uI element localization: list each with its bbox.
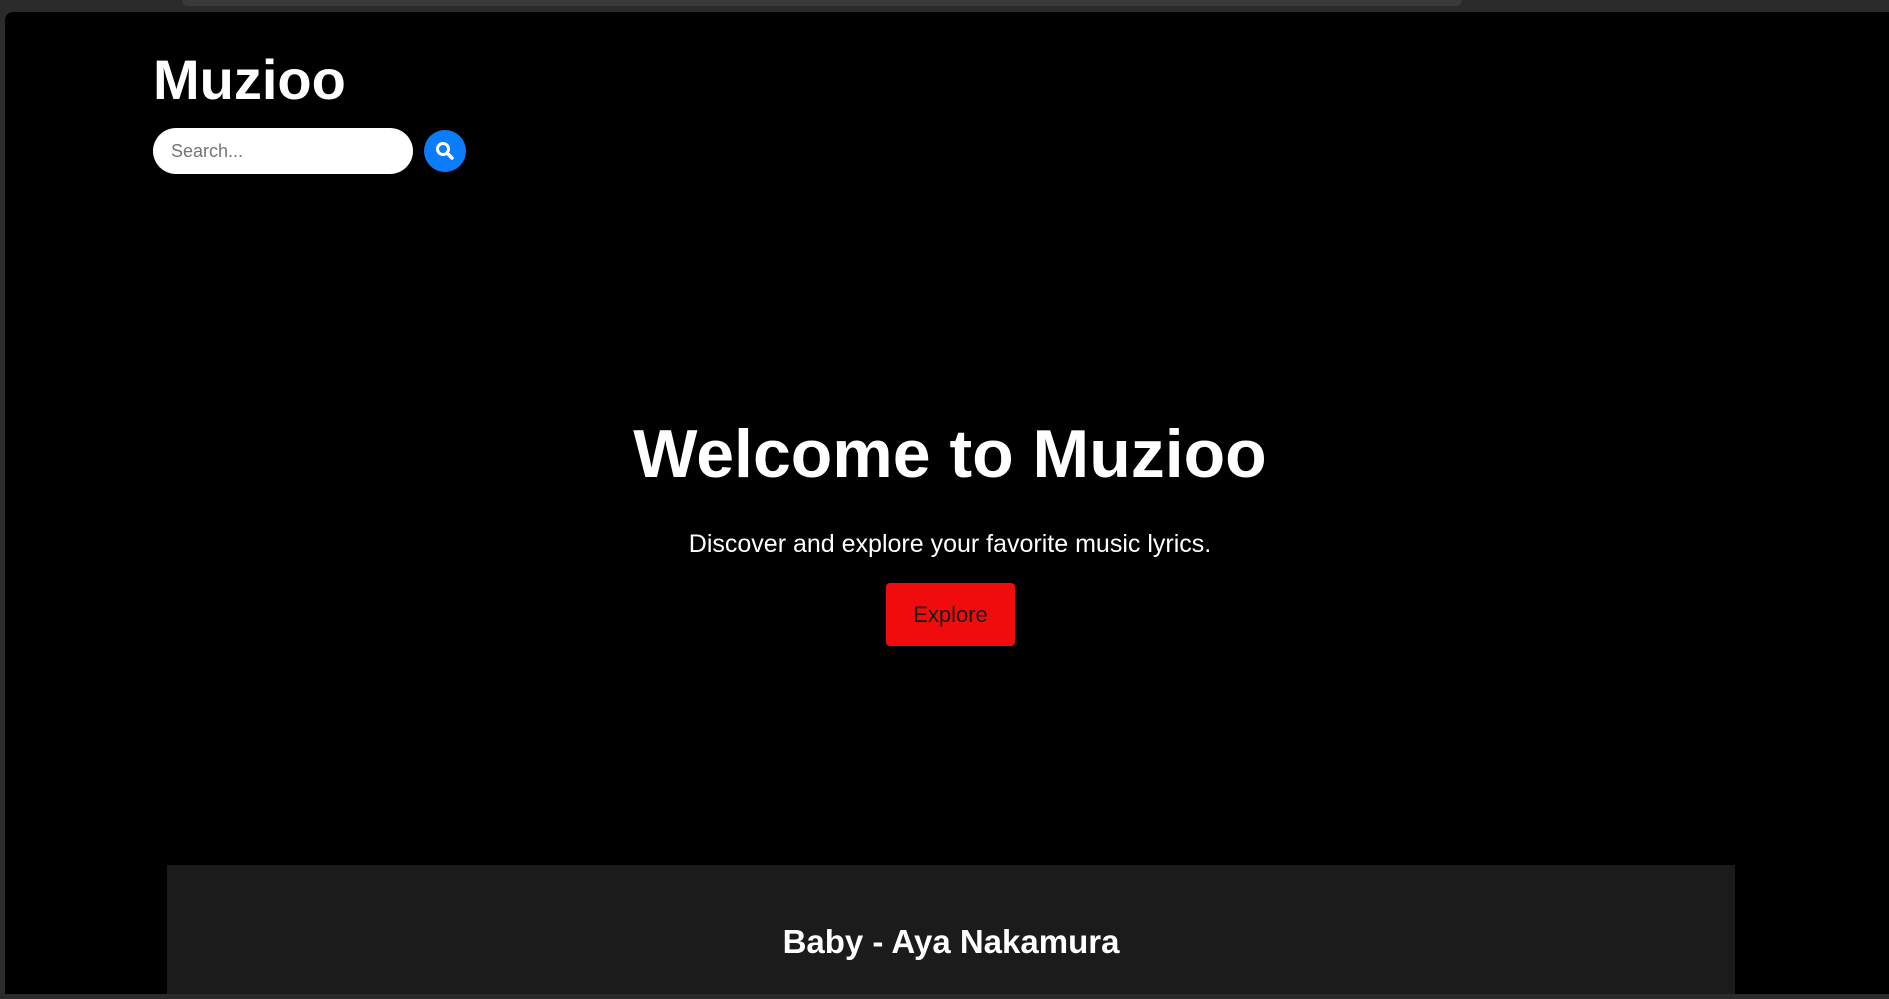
explore-button[interactable]: Explore <box>886 583 1015 646</box>
search-input[interactable] <box>153 128 413 174</box>
search-button[interactable] <box>424 130 466 172</box>
browser-bottom-bar <box>0 994 1889 999</box>
song-title: Baby - Aya Nakamura <box>782 923 1120 960</box>
site-title: Muzioo <box>153 48 346 111</box>
hero-subtitle: Discover and explore your favorite music… <box>688 530 1212 558</box>
browser-tab-edge <box>182 0 1462 6</box>
hero-title: Welcome to Muzioo <box>633 416 1267 492</box>
browser-top-bar <box>0 0 1889 12</box>
lyrics-card: Baby - Aya Nakamura <box>167 865 1735 994</box>
search-icon <box>435 141 455 161</box>
page-viewport: Muzioo Welcome to Muzioo Discover and ex… <box>5 12 1889 994</box>
